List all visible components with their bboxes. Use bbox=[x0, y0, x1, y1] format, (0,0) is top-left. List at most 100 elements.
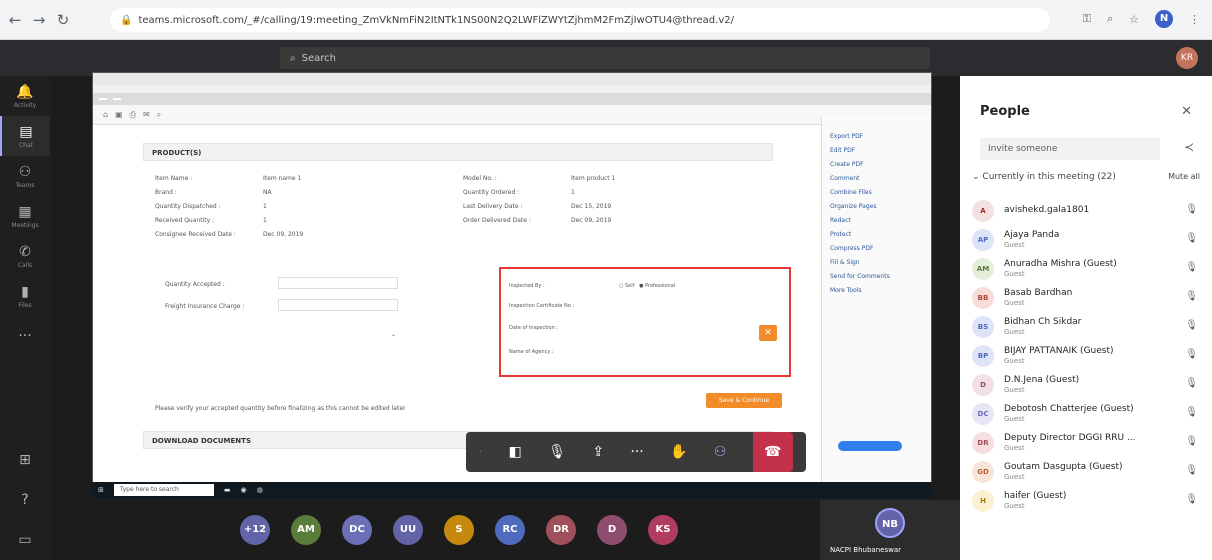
list-item[interactable]: BS Bidhan Ch Sikdar Guest 🎙 bbox=[972, 312, 1206, 341]
participant-name: Deputy Director DGGI RRU ... bbox=[1004, 432, 1136, 443]
list-item[interactable]: AM Anuradha Mishra (Guest) Guest 🎙 bbox=[972, 254, 1206, 283]
rail-label: Activity bbox=[13, 101, 37, 109]
participant-name: Bidhan Ch Sikdar bbox=[1004, 316, 1082, 327]
avatar: DC bbox=[972, 402, 994, 425]
pdf-tool[interactable]: Create PDF bbox=[830, 161, 931, 168]
avatar[interactable]: DR bbox=[546, 515, 576, 545]
participants-icon[interactable]: ⚇ bbox=[714, 444, 727, 460]
raise-hand-icon[interactable]: ✋ bbox=[670, 444, 687, 460]
participant-name: Goutam Dasgupta (Guest) bbox=[1004, 461, 1123, 472]
pdf-tool[interactable]: Redact bbox=[830, 217, 931, 224]
field-value: Dec 15, 2019 bbox=[571, 203, 612, 210]
back-icon[interactable]: ← bbox=[6, 11, 24, 29]
reload-icon[interactable]: ↻ bbox=[54, 11, 72, 29]
forward-icon[interactable]: → bbox=[30, 11, 48, 29]
zoom-icon[interactable]: ⌕ bbox=[1107, 12, 1113, 26]
mute-all-button[interactable]: Mute all bbox=[1168, 172, 1200, 181]
invite-input[interactable]: Invite someone bbox=[980, 138, 1160, 160]
rail-label: Meetings bbox=[11, 221, 39, 229]
participant-role: Guest bbox=[1004, 327, 1025, 336]
list-item[interactable]: H haifer (Guest) Guest 🎙 bbox=[972, 486, 1206, 515]
pdf-tool[interactable]: Fill & Sign bbox=[830, 259, 931, 266]
pdf-tool[interactable]: Compress PDF bbox=[830, 245, 931, 252]
rail-files[interactable]: ▮ Files bbox=[0, 276, 50, 316]
rail-activity[interactable]: 🔔 Activity bbox=[0, 76, 50, 116]
rail-chat[interactable]: ▤ Chat bbox=[0, 116, 50, 156]
avatar[interactable]: S bbox=[444, 515, 474, 545]
share-screen-icon[interactable]: ⇪ bbox=[592, 444, 604, 460]
avatar: H bbox=[972, 489, 994, 512]
more-icon: ··· bbox=[18, 328, 32, 344]
pdf-tool[interactable]: Comment bbox=[830, 175, 931, 182]
rail-more[interactable]: ··· bbox=[0, 316, 50, 356]
key-icon[interactable]: ⚿ bbox=[1083, 12, 1091, 26]
user-avatar[interactable]: KR bbox=[1176, 47, 1198, 69]
mic-off-icon: 🎙 bbox=[1185, 349, 1198, 360]
rail-meetings[interactable]: ▦ Meetings bbox=[0, 196, 50, 236]
field-label: Freight Insurance Charge : bbox=[165, 303, 245, 310]
avatar[interactable]: RC bbox=[495, 515, 525, 545]
pdf-tool[interactable]: Edit PDF bbox=[830, 147, 931, 154]
close-icon[interactable]: ✕ bbox=[1181, 104, 1192, 119]
close-button[interactable]: ✕ bbox=[759, 325, 777, 341]
avatar[interactable]: KS bbox=[648, 515, 678, 545]
participant-role: Guest bbox=[1004, 385, 1025, 394]
star-icon[interactable]: ☆ bbox=[1129, 13, 1139, 26]
participant-role: Guest bbox=[1004, 443, 1025, 452]
rail-calls[interactable]: ✆ Calls bbox=[0, 236, 50, 276]
pdf-tool[interactable]: Organize Pages bbox=[830, 203, 931, 210]
pdf-tool[interactable]: Export PDF bbox=[830, 133, 931, 140]
search-input[interactable]: ⌕ Search bbox=[280, 47, 930, 69]
list-item[interactable]: D D.N.Jena (Guest) Guest 🎙 bbox=[972, 370, 1206, 399]
rail-help[interactable]: ? bbox=[0, 480, 50, 520]
mic-off-icon[interactable]: 🎙 bbox=[548, 444, 566, 460]
in-meeting-section[interactable]: ⌄ Currently in this meeting (22) bbox=[972, 172, 1116, 182]
pdf-tool[interactable]: Send for Comments bbox=[830, 273, 931, 280]
rail-apps[interactable]: ⊞ bbox=[0, 440, 50, 480]
list-item[interactable]: BB Basab Bardhan Guest 🎙 bbox=[972, 283, 1206, 312]
quantity-accepted-input[interactable] bbox=[278, 277, 398, 289]
save-continue-button[interactable]: Save & Continue bbox=[706, 393, 782, 408]
field-value: 1 bbox=[263, 217, 267, 224]
freight-charge-input[interactable] bbox=[278, 299, 398, 311]
certificate-no-label: Inspection Certificate No : bbox=[509, 303, 575, 309]
avatar[interactable]: AM bbox=[291, 515, 321, 545]
list-item[interactable]: BP BIJAY PATTANAIK (Guest) Guest 🎙 bbox=[972, 341, 1206, 370]
avatar[interactable]: UU bbox=[393, 515, 423, 545]
pdf-tool[interactable]: More Tools bbox=[830, 287, 931, 294]
list-item[interactable]: DC Debotosh Chatterjee (Guest) Guest 🎙 bbox=[972, 399, 1206, 428]
list-item[interactable]: GD Goutam Dasgupta (Guest) Guest 🎙 bbox=[972, 457, 1206, 486]
share-icon[interactable]: ≺ bbox=[1184, 140, 1194, 154]
avatar: GD bbox=[972, 460, 994, 483]
mic-off-icon: 🎙 bbox=[1185, 465, 1198, 476]
menu-icon[interactable]: ⋮ bbox=[1189, 13, 1200, 26]
windows-icon: ⊞ bbox=[98, 486, 104, 494]
option-professional[interactable]: Professional bbox=[645, 283, 675, 289]
more-options-icon[interactable]: ··· bbox=[630, 444, 643, 460]
shared-window-title bbox=[93, 73, 931, 85]
rail-teams[interactable]: ⚇ Teams bbox=[0, 156, 50, 196]
list-item[interactable]: AP Ajaya Panda Guest 🎙 bbox=[972, 225, 1206, 254]
field-label: Quantity Dispatched : bbox=[155, 203, 221, 210]
hang-up-button[interactable]: ☎ bbox=[752, 432, 793, 472]
avatar[interactable]: +12 bbox=[240, 515, 270, 545]
download-icon: ▭ bbox=[18, 532, 32, 548]
sign-button[interactable] bbox=[838, 441, 902, 451]
pdf-tool[interactable]: Combine Files bbox=[830, 189, 931, 196]
inspected-by-options[interactable]: ○ Self ● Professional bbox=[619, 283, 675, 289]
avatar[interactable]: DC bbox=[342, 515, 372, 545]
url-text: teams.microsoft.com/_#/calling/19:meetin… bbox=[138, 14, 734, 26]
shared-tabs bbox=[93, 93, 931, 105]
list-item[interactable]: DR Deputy Director DGGI RRU ... Guest 🎙 bbox=[972, 428, 1206, 457]
chat-icon: ▤ bbox=[19, 123, 33, 140]
profile-avatar[interactable]: N bbox=[1155, 10, 1173, 28]
avatar[interactable]: D bbox=[597, 515, 627, 545]
camera-off-icon[interactable]: ◧ bbox=[509, 444, 522, 460]
rail-download[interactable]: ▭ bbox=[0, 520, 50, 560]
save-icon: ▣ bbox=[115, 110, 123, 119]
address-bar[interactable]: 🔒 teams.microsoft.com/_#/calling/19:meet… bbox=[110, 8, 1050, 32]
pdf-tool[interactable]: Protect bbox=[830, 231, 931, 238]
option-self[interactable]: Self bbox=[625, 283, 634, 289]
field-value: 1 bbox=[263, 203, 267, 210]
list-item[interactable]: A avishekd.gala1801 🎙 bbox=[972, 196, 1206, 225]
